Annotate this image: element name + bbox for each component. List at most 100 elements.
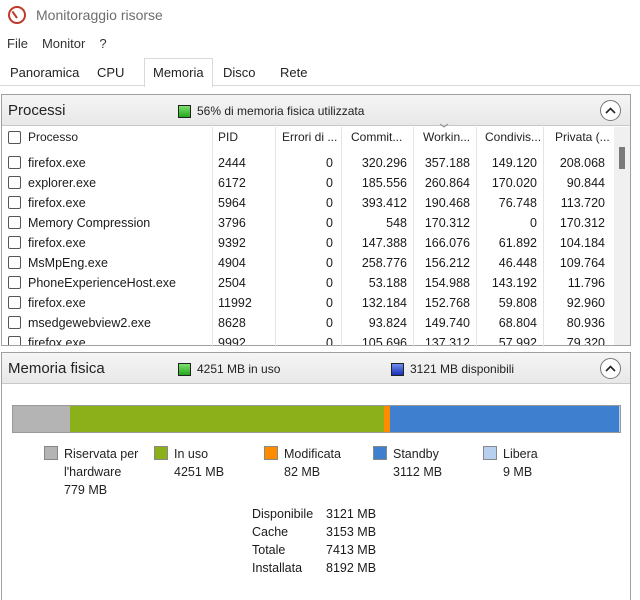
stat-value: 7413 MB	[326, 543, 377, 557]
row-checkbox[interactable]	[8, 296, 21, 309]
cell-working: 137.312	[424, 336, 470, 345]
table-row[interactable]: PhoneExperienceHost.exe 2504 0 53.188 154.98…	[2, 273, 613, 293]
menu-file[interactable]: File	[0, 36, 35, 51]
column-working[interactable]: Workin...	[423, 127, 475, 147]
column-processo[interactable]: Processo	[28, 127, 208, 147]
cell-condivis: 59.808	[498, 296, 537, 310]
window-title: Monitoraggio risorse	[36, 7, 163, 23]
processes-panel: Processi 56% di memoria fisica utilizzat…	[1, 94, 631, 347]
select-all-checkbox[interactable]	[8, 131, 21, 144]
sort-descending-icon	[439, 123, 449, 128]
cell-condivis: 143.192	[491, 276, 537, 290]
tab-strip: Panoramica CPU Memoria Disco Rete	[0, 58, 640, 87]
row-checkbox[interactable]	[8, 236, 21, 249]
table-row[interactable]: MsMpEng.exe 4904 0 258.776 156.212 46.448 109.…	[2, 253, 613, 273]
legend-label: Riservata per	[64, 447, 139, 461]
cell-errori: 0	[326, 156, 333, 170]
cell-working: 166.076	[424, 236, 470, 250]
cell-commit: 132.184	[361, 296, 407, 310]
legend-label: l'hardware	[64, 465, 122, 479]
cell-working: 170.312	[424, 216, 470, 230]
processes-title: Processi	[8, 102, 66, 119]
physical-memory-panel-header[interactable]: Memoria fisica 4251 MB in uso 3121 MB di…	[2, 353, 630, 384]
column-privata[interactable]: Privata (...	[555, 127, 613, 147]
row-checkbox[interactable]	[8, 276, 21, 289]
cell-working: 357.188	[424, 156, 470, 170]
cell-condivis: 0	[530, 216, 537, 230]
cell-pid: 4904	[218, 256, 246, 270]
tab-cpu[interactable]: CPU	[89, 61, 132, 86]
cell-errori: 0	[326, 176, 333, 190]
legend-value: 3112 MB	[393, 465, 443, 479]
table-row[interactable]: firefox.exe 2444 0 320.296 357.188 149.120 208…	[2, 153, 613, 173]
tab-rete[interactable]: Rete	[272, 61, 315, 86]
resource-monitor-icon	[8, 6, 26, 24]
chevron-up-icon	[605, 107, 616, 114]
table-row[interactable]: Memory Compression 3796 0 548 170.312 0 170.31…	[2, 213, 613, 233]
processes-scrollbar[interactable]	[614, 127, 630, 345]
cell-pid: 2504	[218, 276, 246, 290]
segment-hardware-reserved	[13, 406, 71, 432]
menu-help[interactable]: ?	[92, 36, 113, 51]
cell-commit: 393.412	[361, 196, 407, 210]
cell-commit: 93.824	[368, 316, 407, 330]
table-row[interactable]: firefox.exe 5964 0 393.412 190.468 76.748 113.…	[2, 193, 613, 213]
cell-condivis: 170.020	[491, 176, 537, 190]
tab-disco[interactable]: Disco	[215, 61, 264, 86]
tab-memoria[interactable]: Memoria	[144, 58, 213, 87]
segment-in-use	[70, 406, 384, 432]
menu-bar: File Monitor ?	[0, 33, 114, 53]
legend-swatch	[373, 446, 387, 460]
row-checkbox[interactable]	[8, 156, 21, 169]
table-row[interactable]: explorer.exe 6172 0 185.556 260.864 170.020 90…	[2, 173, 613, 193]
cell-commit: 320.296	[361, 156, 407, 170]
column-errori[interactable]: Errori di ...	[282, 127, 338, 147]
cell-privata: 170.312	[559, 216, 605, 230]
cell-pid: 3796	[218, 216, 246, 230]
cell-errori: 0	[326, 336, 333, 345]
cell-working: 156.212	[424, 256, 470, 270]
cell-processo: PhoneExperienceHost.exe	[28, 276, 177, 290]
segment-standby	[389, 406, 620, 432]
green-square-icon	[178, 104, 191, 118]
table-row[interactable]: firefox.exe 9392 0 147.388 166.076 61.892 104.…	[2, 233, 613, 253]
blue-square-icon	[391, 362, 404, 376]
row-checkbox[interactable]	[8, 256, 21, 269]
stat-label: Disponibile	[252, 507, 314, 521]
legend-label: Standby	[393, 447, 439, 461]
cell-errori: 0	[326, 276, 333, 290]
tab-panoramica[interactable]: Panoramica	[2, 61, 87, 86]
stat-label: Cache	[252, 525, 289, 539]
table-row[interactable]: firefox.exe 11992 0 132.184 152.768 59.808 92.…	[2, 293, 613, 313]
cell-commit: 258.776	[361, 256, 407, 270]
cell-processo: Memory Compression	[28, 216, 151, 230]
processes-panel-header[interactable]: Processi 56% di memoria fisica utilizzat…	[2, 95, 630, 126]
legend-hardware-reserved: Riservata per l'hardware 779 MB	[44, 445, 138, 499]
column-condivis[interactable]: Condivis...	[485, 127, 541, 147]
menu-monitor[interactable]: Monitor	[35, 36, 92, 51]
table-row[interactable]: firefox.exe 9992 0 105.696 137.312 57.992 79.3…	[2, 333, 613, 345]
row-checkbox[interactable]	[8, 316, 21, 329]
scrollbar-thumb[interactable]	[619, 147, 625, 169]
column-commit[interactable]: Commit...	[351, 127, 411, 147]
column-pid[interactable]: PID	[218, 127, 278, 147]
memory-usage-text: 56% di memoria fisica utilizzata	[197, 104, 365, 118]
row-checkbox[interactable]	[8, 196, 21, 209]
row-checkbox[interactable]	[8, 176, 21, 189]
segment-free	[619, 406, 620, 432]
collapse-memory-button[interactable]	[600, 358, 621, 379]
legend-swatch	[44, 446, 58, 460]
collapse-processes-button[interactable]	[600, 100, 621, 121]
cell-commit: 53.188	[368, 276, 407, 290]
cell-errori: 0	[326, 256, 333, 270]
title-bar: Monitoraggio risorse	[0, 0, 640, 30]
row-checkbox[interactable]	[8, 336, 21, 345]
cell-processo: firefox.exe	[28, 196, 86, 210]
stat-row: Cache 3153 MB	[252, 523, 412, 541]
table-row[interactable]: msedgewebview2.exe 8628 0 93.824 149.740 68.8…	[2, 313, 613, 333]
cell-condivis: 76.748	[498, 196, 537, 210]
cell-errori: 0	[326, 196, 333, 210]
cell-commit: 147.388	[361, 236, 407, 250]
cell-processo: firefox.exe	[28, 156, 86, 170]
row-checkbox[interactable]	[8, 216, 21, 229]
